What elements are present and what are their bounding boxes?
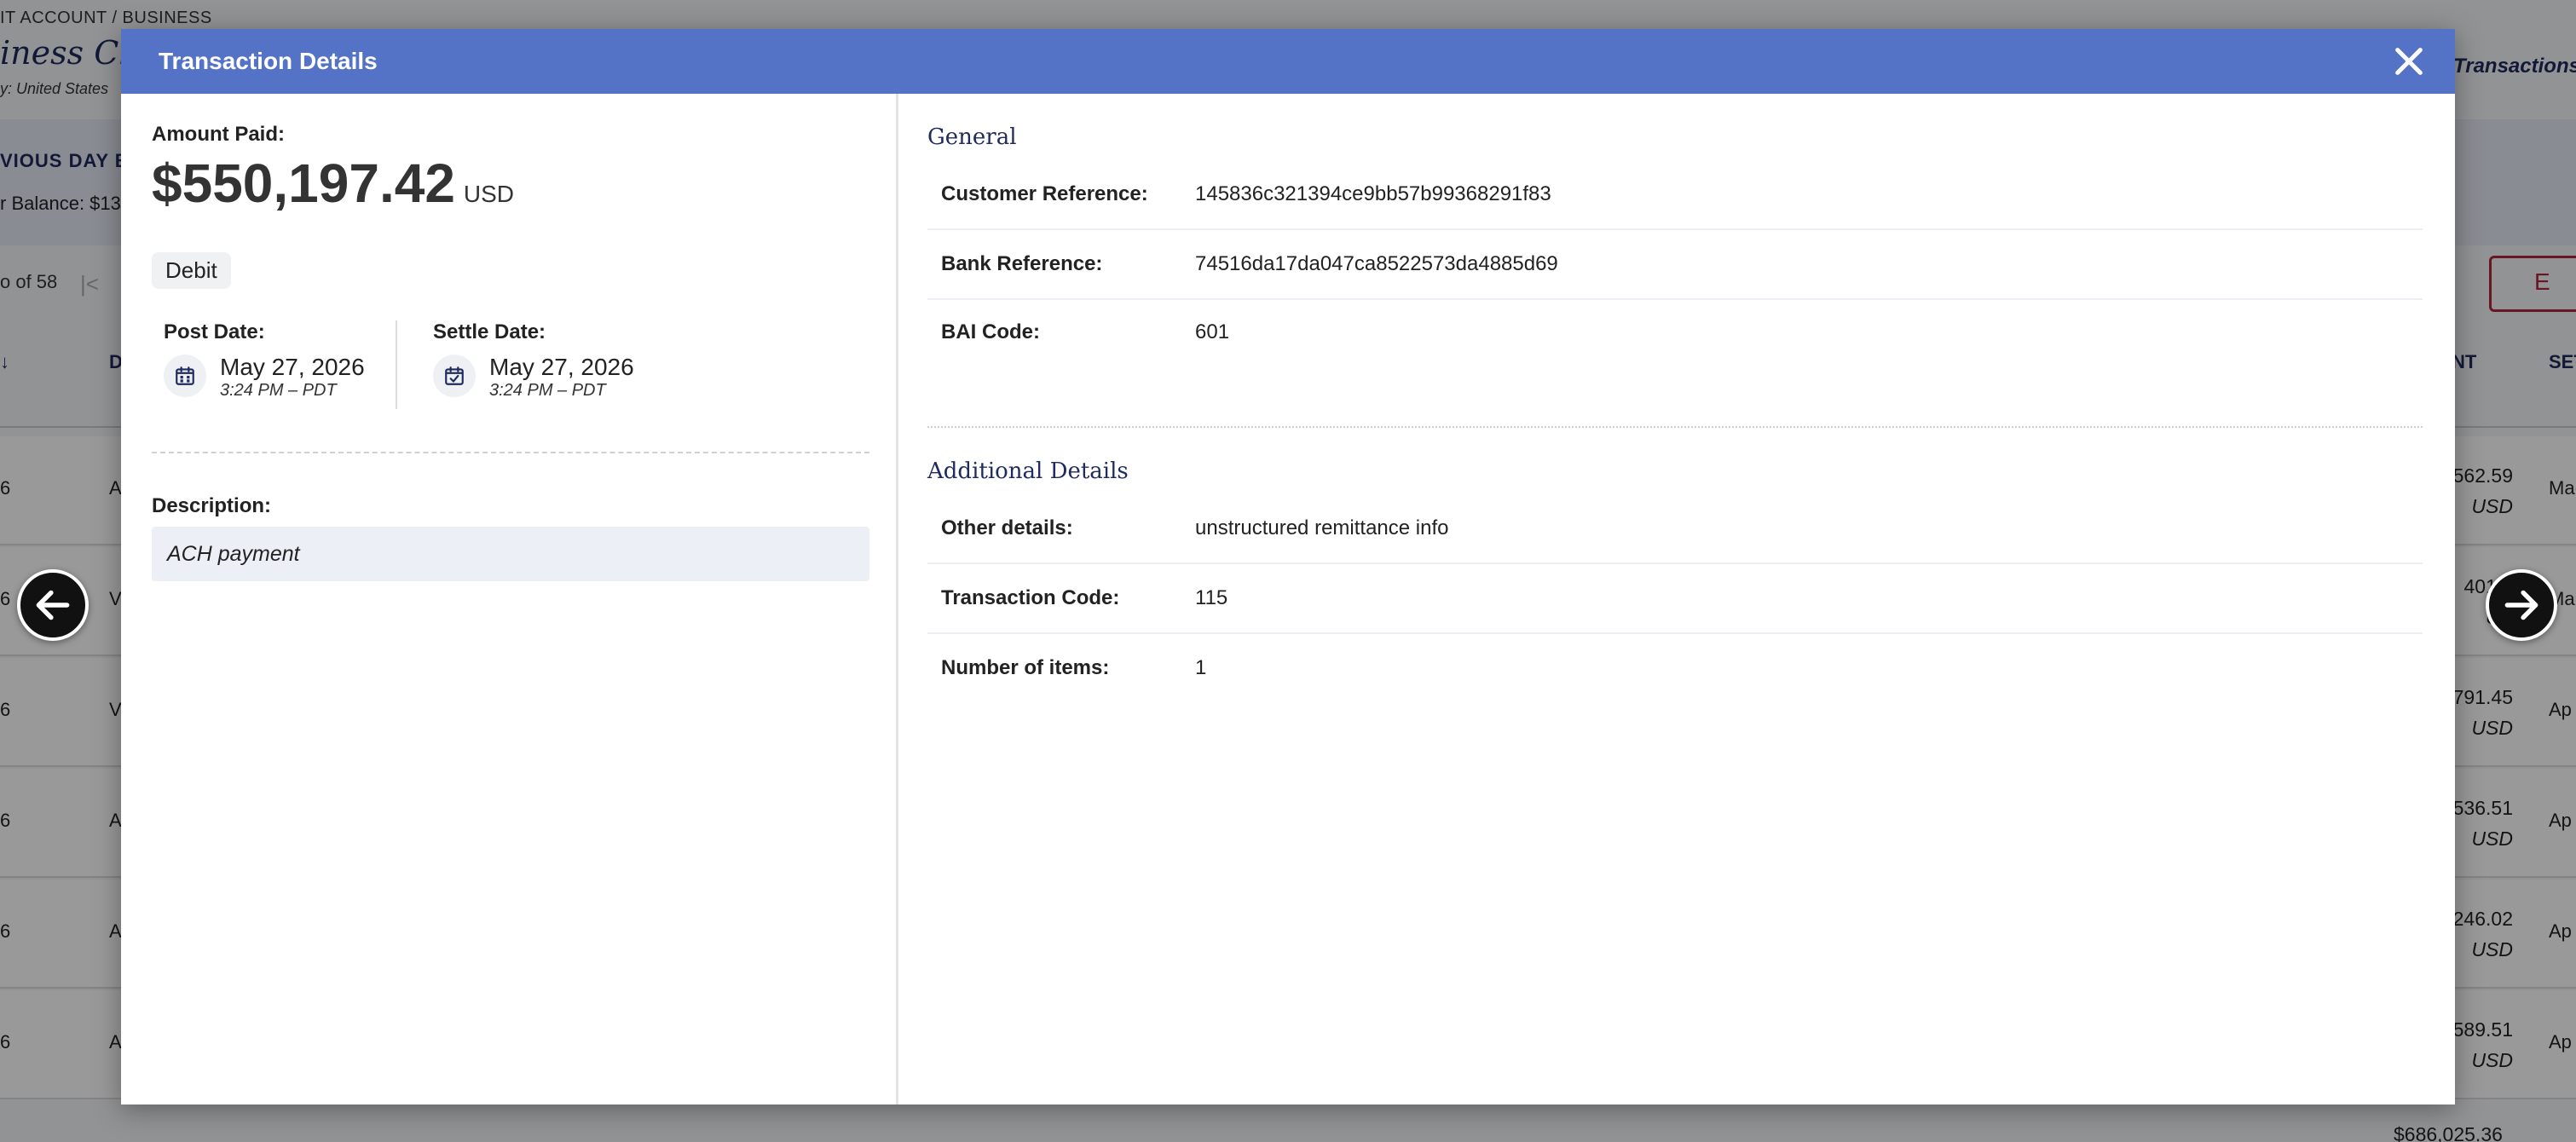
other-details-row: Other details: unstructured remittance i… bbox=[927, 494, 2423, 564]
post-date-value: May 27, 2026 bbox=[220, 354, 365, 380]
previous-transaction-button[interactable] bbox=[17, 569, 89, 641]
number-of-items-row: Number of items: 1 bbox=[927, 634, 2423, 704]
customer-reference-label: Customer Reference: bbox=[941, 182, 1148, 205]
calendar-check-icon bbox=[433, 355, 476, 397]
other-details-value: unstructured remittance info bbox=[1195, 516, 1449, 539]
customer-reference-value: 145836c321394ce9bb57b99368291f83 bbox=[1195, 182, 1551, 205]
details-pane: General Customer Reference: 145836c32139… bbox=[898, 94, 2455, 1105]
post-date-time: 3:24 PM – PDT bbox=[220, 381, 337, 400]
bai-code-label: BAI Code: bbox=[941, 320, 1040, 343]
bank-reference-row: Bank Reference: 74516da17da047ca8522573d… bbox=[927, 230, 2423, 300]
amount-label: Amount Paid: bbox=[152, 123, 285, 146]
amount-value: $550,197.42 bbox=[152, 153, 455, 214]
calendar-icon bbox=[164, 355, 206, 397]
additional-details-section-title: Additional Details bbox=[927, 459, 1129, 484]
section-divider bbox=[927, 426, 2423, 428]
transaction-code-value: 115 bbox=[1195, 586, 1228, 609]
post-date: Post Date: May 27, 2026 3:24 PM – PDT bbox=[164, 320, 365, 401]
transaction-code-row: Transaction Code: 115 bbox=[927, 564, 2423, 634]
number-of-items-value: 1 bbox=[1195, 656, 1207, 679]
description-label: Description: bbox=[152, 494, 272, 517]
other-details-label: Other details: bbox=[941, 516, 1073, 539]
general-section-title: General bbox=[927, 124, 1017, 150]
close-icon bbox=[2395, 48, 2423, 75]
modal-title: Transaction Details bbox=[159, 48, 378, 74]
modal-body: Amount Paid: $550,197.42 USD Debit Post D… bbox=[121, 94, 2455, 1105]
settle-date-value: May 27, 2026 bbox=[489, 354, 634, 380]
bank-reference-value: 74516da17da047ca8522573da4885d69 bbox=[1195, 252, 1558, 275]
settle-date-time: 3:24 PM – PDT bbox=[489, 381, 606, 400]
modal-header: Transaction Details bbox=[121, 29, 2455, 94]
description-value: ACH payment bbox=[152, 527, 869, 581]
settle-date: Settle Date: May 27, 2026 3:24 PM – PDT bbox=[433, 320, 634, 401]
section-divider bbox=[152, 452, 869, 453]
settle-date-label: Settle Date: bbox=[433, 320, 546, 343]
bai-code-value: 601 bbox=[1195, 320, 1230, 343]
arrow-right-icon bbox=[2504, 590, 2538, 620]
arrow-left-icon bbox=[36, 590, 70, 620]
dates-section: Post Date: May 27, 2026 3:24 PM – PDT Se… bbox=[152, 320, 869, 409]
transaction-details-modal: Transaction Details Amount Paid: $550,19… bbox=[121, 29, 2455, 1105]
amount: $550,197.42 USD bbox=[152, 152, 514, 215]
next-transaction-button[interactable] bbox=[2486, 569, 2557, 641]
transaction-code-label: Transaction Code: bbox=[941, 586, 1120, 609]
close-button[interactable] bbox=[2388, 41, 2429, 82]
amount-currency: USD bbox=[463, 181, 515, 207]
number-of-items-label: Number of items: bbox=[941, 656, 1110, 679]
transaction-type-badge: Debit bbox=[152, 252, 231, 289]
date-divider bbox=[396, 320, 397, 409]
post-date-label: Post Date: bbox=[164, 320, 265, 343]
summary-pane: Amount Paid: $550,197.42 USD Debit Post D… bbox=[121, 94, 898, 1105]
customer-reference-row: Customer Reference: 145836c321394ce9bb57… bbox=[927, 160, 2423, 230]
bai-code-row: BAI Code: 601 bbox=[927, 298, 2423, 368]
bank-reference-label: Bank Reference: bbox=[941, 252, 1103, 275]
